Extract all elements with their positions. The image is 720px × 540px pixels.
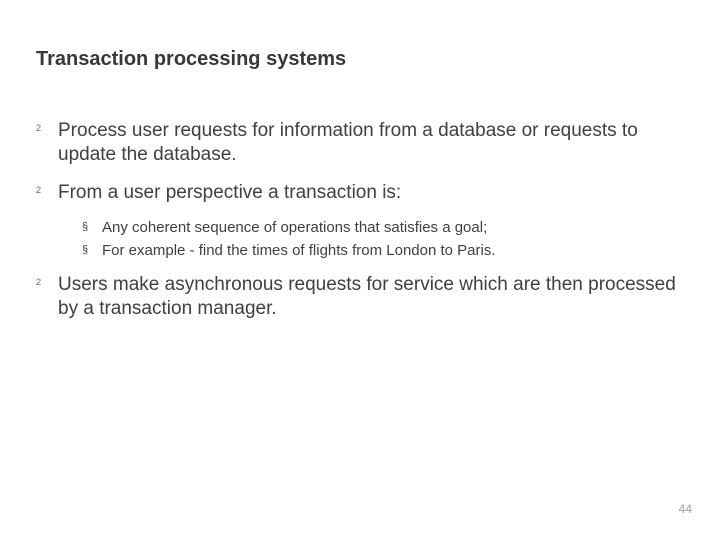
slide-title: Transaction processing systems: [36, 48, 684, 71]
bullet-item: ² From a user perspective a transaction …: [36, 181, 684, 205]
square-icon: §: [82, 218, 102, 238]
bullet-text: Process user requests for information fr…: [58, 119, 684, 167]
diamond-icon: ²: [36, 119, 58, 142]
sub-item: § For example - find the times of flight…: [82, 241, 684, 261]
sub-text: Any coherent sequence of operations that…: [102, 218, 684, 238]
page-number: 44: [679, 502, 692, 516]
diamond-icon: ²: [36, 181, 58, 204]
bullet-list: ² Process user requests for information …: [36, 119, 684, 320]
bullet-text: Users make asynchronous requests for ser…: [58, 273, 684, 321]
sub-list: § Any coherent sequence of operations th…: [82, 218, 684, 261]
square-icon: §: [82, 241, 102, 261]
diamond-icon: ²: [36, 273, 58, 296]
bullet-item: ² Process user requests for information …: [36, 119, 684, 167]
bullet-item: ² Users make asynchronous requests for s…: [36, 273, 684, 321]
sub-item: § Any coherent sequence of operations th…: [82, 218, 684, 238]
bullet-text: From a user perspective a transaction is…: [58, 181, 684, 205]
sub-text: For example - find the times of flights …: [102, 241, 684, 261]
